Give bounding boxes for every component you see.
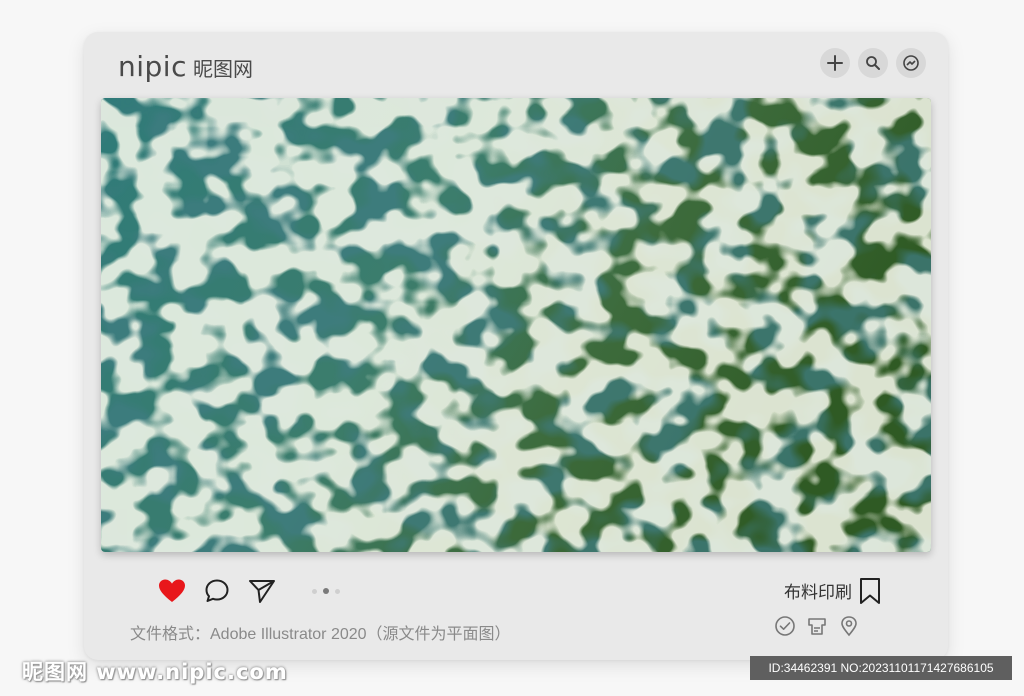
check-circle-icon (774, 615, 796, 641)
category-label[interactable]: 布料印刷 (784, 578, 852, 603)
post-card: nipic 昵图网 布料印刷 文件格式：Adobe Illustrator 20… (84, 32, 948, 660)
header-actions (820, 48, 926, 78)
file-format-text: 文件格式：Adobe Illustrator 2020（源文件为平面图） (130, 626, 511, 643)
post-actions (158, 577, 276, 609)
plus-icon[interactable] (820, 48, 850, 78)
messenger-icon[interactable] (896, 48, 926, 78)
water-texture-image (101, 98, 931, 552)
bookmark-icon[interactable] (858, 577, 882, 609)
brand-name: nipic (118, 50, 187, 83)
carousel-dot[interactable] (335, 588, 340, 594)
carousel-dot[interactable] (312, 588, 317, 594)
brand-logo[interactable]: nipic 昵图网 (118, 50, 253, 83)
site-watermark: 昵图网 www.nipic.com (22, 660, 288, 684)
printer-icon (806, 615, 828, 641)
image-id-watermark: ID:34462391 NO:20231101171427686105 (750, 656, 1012, 680)
post-image[interactable] (101, 98, 931, 552)
heart-icon[interactable] (158, 578, 186, 608)
location-pin-icon (838, 615, 860, 641)
send-icon[interactable] (248, 577, 276, 609)
meta-icons (774, 615, 860, 641)
comment-icon[interactable] (204, 578, 230, 608)
carousel-indicator (312, 588, 340, 594)
brand-cn-name: 昵图网 (192, 57, 253, 81)
carousel-dot-active[interactable] (323, 588, 329, 594)
search-icon[interactable] (858, 48, 888, 78)
